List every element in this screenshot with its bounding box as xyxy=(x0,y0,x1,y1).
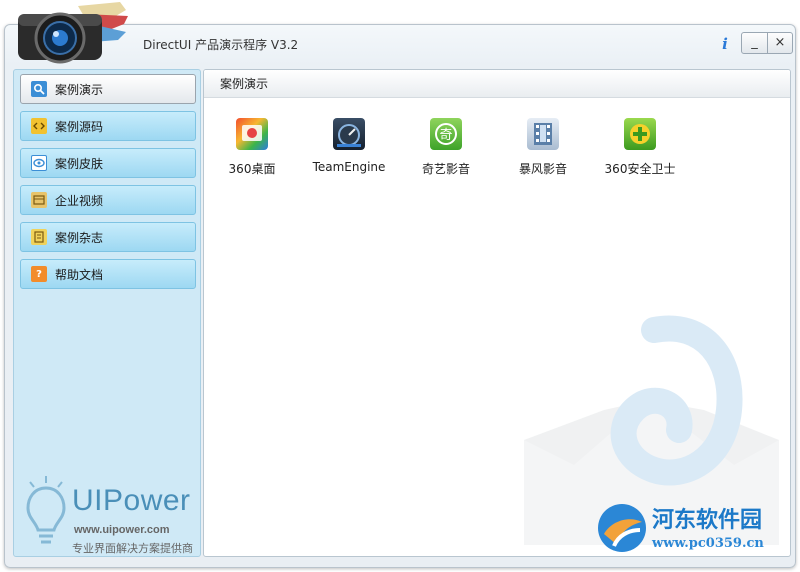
brand-tagline: 专业界面解决方案提供商 xyxy=(72,542,193,555)
sidebar-item-magazine[interactable]: 案例杂志 xyxy=(20,222,196,252)
site-watermark: 河东软件园 www.pc0359.cn xyxy=(594,500,794,562)
brand-block: UIPower www.uipower.com 专业界面解决方案提供商 xyxy=(22,474,202,556)
site-url: www.pc0359.cn xyxy=(652,536,764,551)
site-name: 河东软件园 xyxy=(652,507,763,533)
magnifier-icon xyxy=(31,81,47,97)
qiyi-icon: 奇 xyxy=(430,118,462,150)
sidebar-item-video[interactable]: 企业视频 xyxy=(20,185,196,215)
panel-title: 案例演示 xyxy=(204,70,790,98)
app-label: TeamEngine xyxy=(312,160,386,174)
window-title: DirectUI 产品演示程序 V3.2 xyxy=(143,38,299,52)
teamengine-icon xyxy=(333,118,365,150)
sidebar-item-label: 企业视频 xyxy=(55,193,104,208)
app-qiyi[interactable]: 奇 奇艺影音 xyxy=(398,118,494,188)
app-360-desktop[interactable]: 360桌面 xyxy=(204,118,300,188)
sidebar-item-skin[interactable]: 案例皮肤 xyxy=(20,148,196,178)
baofeng-icon xyxy=(527,118,559,150)
site-logo-icon xyxy=(598,504,646,552)
app-window: DirectUI 产品演示程序 V3.2 i _ × 案例演示 案例源码 案例皮… xyxy=(4,24,796,568)
sidebar-item-demo[interactable]: 案例演示 xyxy=(20,74,196,104)
sidebar-item-label: 案例演示 xyxy=(55,82,104,97)
help-icon: ? xyxy=(31,266,47,282)
app-label: 360安全卫士 xyxy=(604,162,676,176)
sidebar-item-label: 案例源码 xyxy=(55,119,104,134)
brand-name: UIPower xyxy=(72,484,191,517)
brand-url: www.uipower.com xyxy=(74,524,170,536)
magazine-icon xyxy=(31,229,47,245)
app-360-safe[interactable]: 360安全卫士 xyxy=(592,118,688,188)
window-controls: _ × xyxy=(741,32,793,54)
camera-logo-icon xyxy=(18,2,128,64)
sidebar-item-label: 案例杂志 xyxy=(55,230,104,245)
svg-text:奇: 奇 xyxy=(439,127,452,143)
360-desktop-icon xyxy=(236,118,268,150)
sidebar-item-source[interactable]: 案例源码 xyxy=(20,111,196,141)
main-panel: 案例演示 360桌面 TeamEngine 奇 奇艺影音 暴风影音 360安全卫… xyxy=(203,69,791,557)
sidebar-item-label: 案例皮肤 xyxy=(55,156,104,171)
app-label: 奇艺影音 xyxy=(421,162,470,176)
code-icon xyxy=(31,118,47,134)
app-teamengine[interactable]: TeamEngine xyxy=(301,118,397,188)
lightbulb-icon xyxy=(26,476,66,544)
sidebar: 案例演示 案例源码 案例皮肤 企业视频 案例杂志 ? 帮助文档 UIPower … xyxy=(13,69,201,557)
info-button[interactable]: i xyxy=(717,35,733,53)
video-icon xyxy=(31,192,47,208)
sidebar-item-help[interactable]: ? 帮助文档 xyxy=(20,259,196,289)
minimize-button[interactable]: _ xyxy=(742,33,767,53)
app-baofeng[interactable]: 暴风影音 xyxy=(495,118,591,188)
close-button[interactable]: × xyxy=(766,33,792,53)
app-label: 360桌面 xyxy=(228,162,276,176)
360-safe-icon xyxy=(624,118,656,150)
app-label: 暴风影音 xyxy=(518,162,567,176)
skin-icon xyxy=(31,155,47,171)
sidebar-item-label: 帮助文档 xyxy=(55,267,104,282)
